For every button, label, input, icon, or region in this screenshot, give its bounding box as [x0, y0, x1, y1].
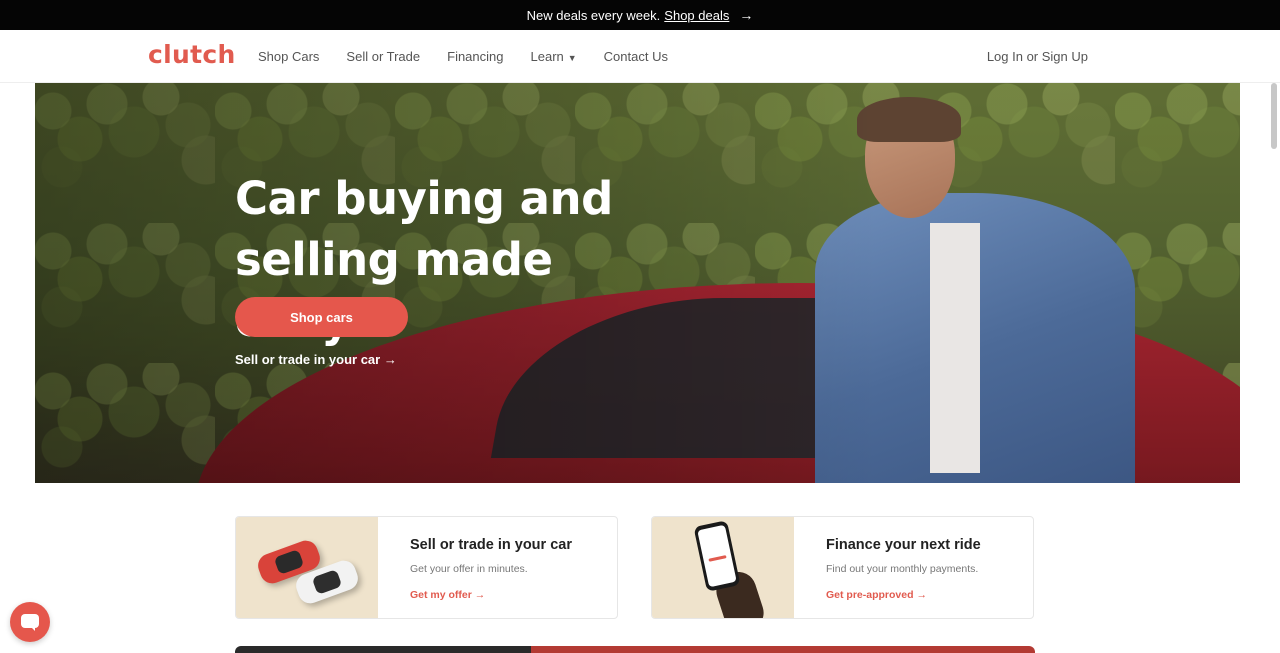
promo-bar: New deals every week. Shop deals → [0, 0, 1280, 30]
hero-banner: Car buying and selling made easy Shop ca… [35, 83, 1240, 483]
login-signup-link[interactable]: Log In or Sign Up [987, 30, 1088, 83]
nav-financing[interactable]: Financing [447, 49, 503, 64]
sell-or-trade-link-label: Sell or trade in your car [235, 352, 381, 367]
page-scrollbar[interactable] [1271, 83, 1277, 149]
top-navigation: clutch Shop Cars Sell or Trade Financing… [0, 30, 1280, 83]
chat-button[interactable] [10, 602, 50, 642]
nav-learn[interactable]: Learn ▼ [531, 49, 577, 64]
phone-in-hand-image [652, 517, 794, 618]
card-title: Finance your next ride [826, 537, 981, 553]
get-my-offer-label: Get my offer [410, 589, 472, 601]
shop-deals-link[interactable]: Shop deals [664, 8, 729, 23]
nav-sell-or-trade[interactable]: Sell or Trade [346, 49, 420, 64]
nav-links: Shop Cars Sell or Trade Financing Learn ▼… [258, 30, 668, 83]
sell-or-trade-link[interactable]: Sell or trade in your car → [235, 352, 397, 367]
nav-learn-label: Learn [530, 49, 564, 64]
finance-card[interactable]: Finance your next ride Find out your mon… [651, 516, 1034, 619]
shop-cars-button[interactable]: Shop cars [235, 297, 408, 337]
clutch-logo[interactable]: clutch [148, 40, 236, 69]
nav-shop-cars[interactable]: Shop Cars [258, 49, 319, 64]
card-title: Sell or trade in your car [410, 537, 572, 553]
nav-contact-us[interactable]: Contact Us [604, 49, 668, 64]
next-section-peek [235, 646, 1035, 653]
card-subtitle: Find out your monthly payments. [826, 563, 979, 575]
arrow-right-icon: → [383, 352, 397, 367]
card-subtitle: Get your offer in minutes. [410, 563, 528, 575]
get-pre-approved-link[interactable]: Get pre-approved → [826, 589, 927, 601]
sell-trade-card[interactable]: Sell or trade in your car Get your offer… [235, 516, 618, 619]
get-pre-approved-label: Get pre-approved [826, 589, 914, 601]
phone-icon [693, 520, 741, 592]
chat-icon [21, 614, 39, 631]
arrow-right-icon[interactable]: → [739, 7, 753, 23]
phone-screen [697, 524, 737, 588]
chevron-down-icon: ▼ [567, 52, 577, 63]
get-my-offer-link[interactable]: Get my offer → [410, 589, 485, 601]
arrow-right-icon: → [916, 589, 927, 601]
promo-text: New deals every week. [526, 7, 661, 23]
arrow-right-icon: → [474, 589, 486, 601]
cars-top-view-image [236, 517, 378, 618]
